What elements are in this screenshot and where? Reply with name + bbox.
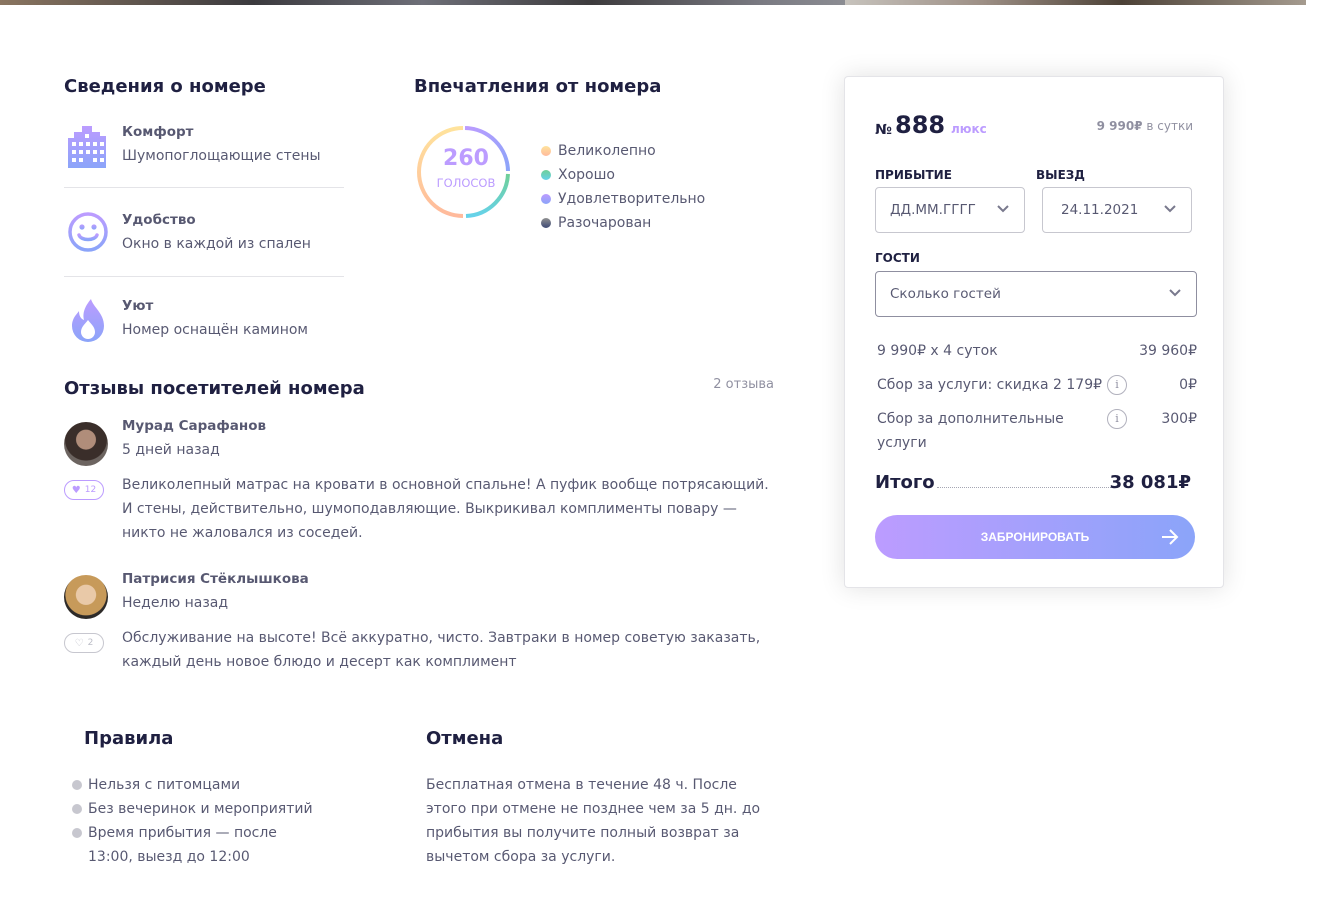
- votes-donut-chart: [417, 126, 510, 218]
- review-text: Обслуживание на высоте! Всё аккуратно, ч…: [122, 630, 761, 670]
- like-button[interactable]: ♡ 2: [64, 633, 104, 653]
- like-count: 12: [84, 485, 97, 495]
- room-photo-strip: [0, 0, 845, 5]
- like-count: 2: [87, 638, 94, 648]
- legend-label: Хорошо: [558, 167, 615, 183]
- chevron-down-icon: [997, 205, 1009, 213]
- legend-item-good: Хорошо: [541, 163, 705, 187]
- feature-title: Удобство: [122, 212, 196, 228]
- feature-description: Номер оснащён камином: [122, 322, 308, 338]
- review-date: 5 дней назад: [122, 442, 220, 458]
- votes-count: 260: [443, 146, 489, 171]
- departure-date-field[interactable]: 24.11.2021: [1042, 187, 1192, 233]
- like-button[interactable]: ♥ 12: [64, 480, 104, 500]
- chevron-down-icon: [1169, 289, 1181, 297]
- price-value: 9 990₽: [1096, 119, 1143, 133]
- calc-label: Сбор за дополнительные услуги: [877, 411, 1064, 451]
- rules-list: Нельзя с питомцами Без вечеринок и мероп…: [72, 773, 322, 869]
- rule-item: Нельзя с питомцами: [72, 773, 322, 797]
- legend-dot: [541, 146, 551, 156]
- room-number: 888: [895, 111, 946, 139]
- arrival-date-field[interactable]: ДД.ММ.ГГГГ: [875, 187, 1025, 233]
- heart-icon: ♥: [71, 484, 81, 496]
- details-title: Сведения о номере: [64, 76, 266, 97]
- info-icon[interactable]: i: [1107, 409, 1127, 429]
- room-photo-strip-right: [845, 0, 1306, 5]
- divider: [64, 276, 344, 277]
- flame-icon: [72, 299, 104, 342]
- votes-legend: Великолепно Хорошо Удовлетворительно Раз…: [541, 139, 705, 235]
- calc-value: 39 960₽: [1139, 343, 1197, 359]
- calc-row-service-fee: Сбор за услуги: скидка 2 179₽ 0₽: [877, 373, 1197, 397]
- review-date: Неделю назад: [122, 595, 229, 611]
- cancel-title: Отмена: [426, 728, 504, 749]
- legend-dot: [541, 218, 551, 228]
- rules-title: Правила: [84, 728, 174, 749]
- legend-label: Разочарован: [558, 215, 652, 231]
- heart-outline-icon: ♡: [74, 637, 84, 649]
- feature-cozy: Уют Номер оснащён камином: [64, 298, 344, 358]
- calc-label: 9 990₽ х 4 суток: [877, 343, 998, 359]
- review-author: Мурад Сарафанов: [122, 418, 267, 434]
- reviews-count: 2 отзыва: [713, 377, 774, 392]
- reviews-title: Отзывы посетителей номера: [64, 378, 365, 399]
- smile-icon: [68, 212, 108, 252]
- legend-dot: [541, 170, 551, 180]
- legend-dot: [541, 194, 551, 204]
- booking-card: № 888 люкс 9 990₽ в сутки прибытие выезд…: [844, 76, 1224, 588]
- legend-item-excellent: Великолепно: [541, 139, 705, 163]
- rule-item: Без вечеринок и мероприятий: [72, 797, 322, 821]
- departure-label: выезд: [1036, 168, 1085, 182]
- total-dotted-line: [937, 487, 1115, 488]
- arrival-date-value: ДД.ММ.ГГГГ: [890, 202, 976, 218]
- calc-row-extra-fee: Сбор за дополнительные услуги 300₽: [877, 407, 1197, 455]
- feature-title: Комфорт: [122, 124, 194, 140]
- arrival-label: прибытие: [875, 168, 952, 182]
- feature-comfort: Комфорт Шумопоглощающие стены: [64, 124, 344, 184]
- rule-item: Время прибытия — после 13:00, выезд до 1…: [72, 821, 322, 869]
- avatar: [64, 575, 108, 619]
- book-button[interactable]: забронировать: [875, 515, 1195, 559]
- calc-label: Сбор за услуги: скидка 2 179₽: [877, 377, 1103, 393]
- impressions-title: Впечатления от номера: [414, 76, 662, 97]
- price-suffix: в сутки: [1146, 119, 1193, 133]
- guests-dropdown[interactable]: Сколько гостей: [875, 271, 1197, 317]
- building-icon: [68, 126, 106, 168]
- info-icon[interactable]: i: [1107, 375, 1127, 395]
- room-number-sign: №: [875, 122, 892, 138]
- room-type: люкс: [951, 122, 987, 136]
- votes-label: голосов: [436, 176, 496, 190]
- chevron-down-icon: [1164, 205, 1176, 213]
- calc-row-nights: 9 990₽ х 4 суток 39 960₽: [877, 339, 1197, 363]
- divider: [64, 187, 344, 188]
- cancel-text: Бесплатная отмена в течение 48 ч. После …: [426, 777, 761, 865]
- feature-convenience: Удобство Окно в каждой из спален: [64, 212, 344, 272]
- total-value: 38 081₽: [1109, 472, 1191, 493]
- arrow-right-icon: [1162, 529, 1179, 545]
- feature-description: Шумопоглощающие стены: [122, 148, 321, 164]
- feature-description: Окно в каждой из спален: [122, 236, 311, 252]
- price-per-day: 9 990₽ в сутки: [1097, 119, 1193, 133]
- legend-label: Удовлетворительно: [558, 191, 706, 207]
- legend-item-disappointed: Разочарован: [541, 211, 705, 235]
- departure-date-value: 24.11.2021: [1061, 202, 1139, 218]
- legend-label: Великолепно: [558, 143, 656, 159]
- book-button-label: забронировать: [980, 530, 1090, 544]
- total-label: Итого: [875, 472, 935, 493]
- calc-value: 300₽: [1161, 411, 1197, 427]
- review-text: Великолепный матрас на кровати в основно…: [122, 477, 769, 541]
- review-author: Патрисия Стёклышкова: [122, 571, 309, 587]
- calc-value: 0₽: [1179, 377, 1197, 393]
- guests-label: гости: [875, 251, 920, 265]
- donut-segment-excellent: [417, 126, 464, 218]
- avatar: [64, 422, 108, 466]
- legend-item-satisfactory: Удовлетворительно: [541, 187, 705, 211]
- guests-value: Сколько гостей: [890, 286, 1001, 302]
- feature-title: Уют: [122, 298, 154, 314]
